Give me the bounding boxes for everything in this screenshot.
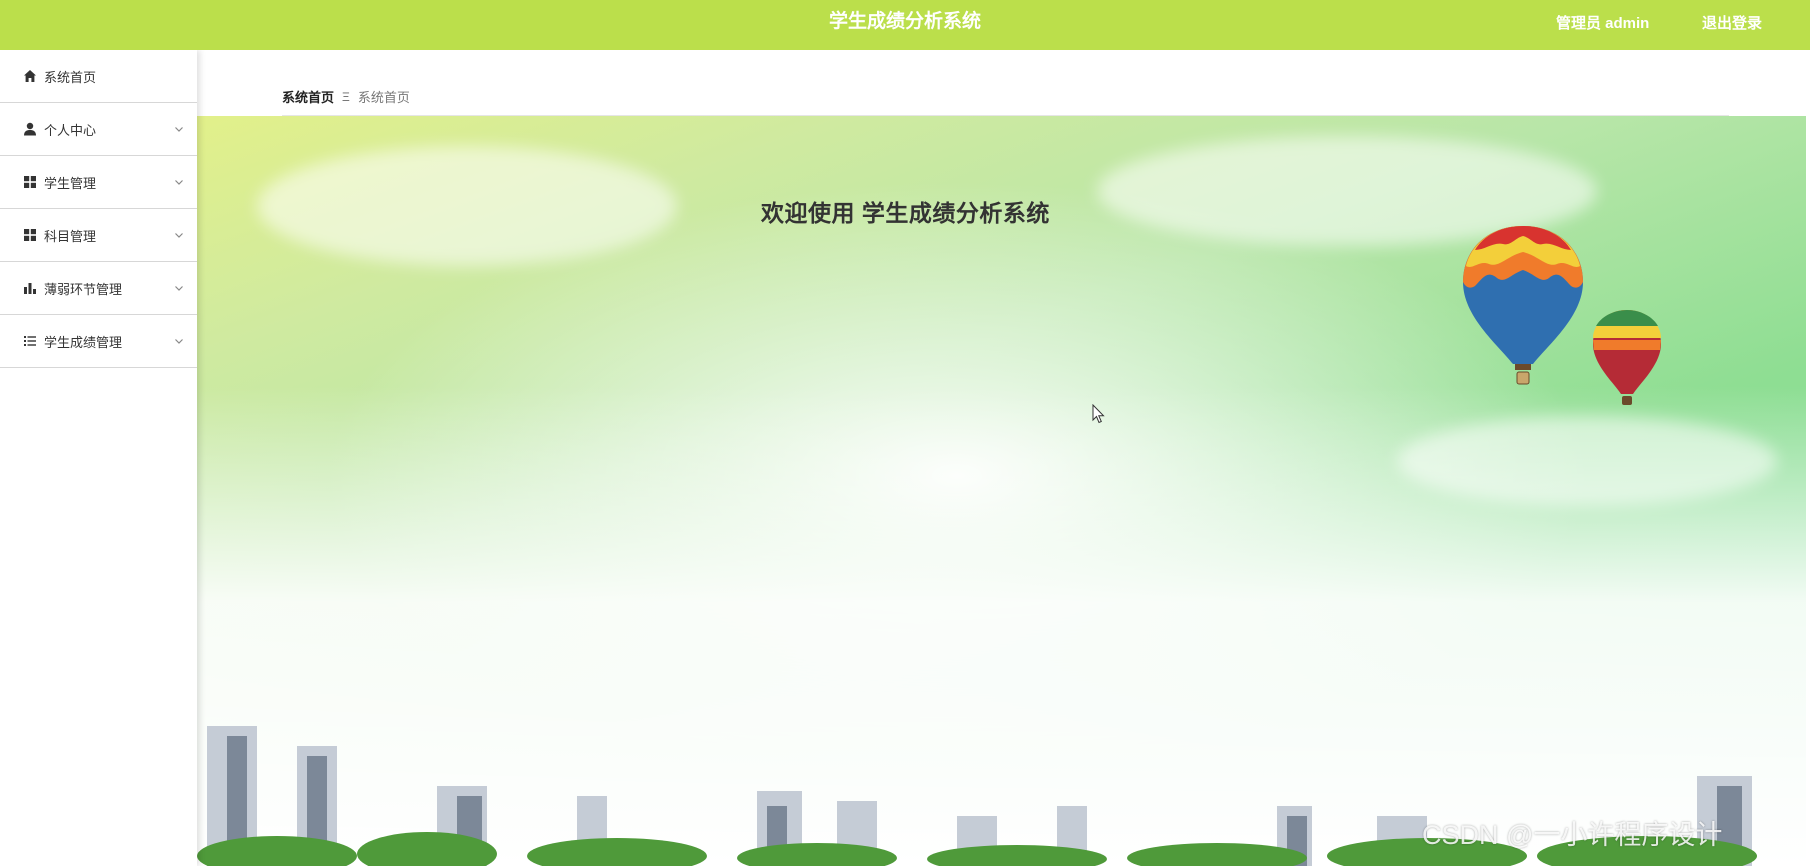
main-content: 系统首页 Ξ 系统首页 欢迎使用 学生成绩分析系统: [197, 50, 1806, 866]
list-icon: [24, 336, 36, 346]
welcome-banner: 欢迎使用 学生成绩分析系统: [197, 116, 1806, 866]
sidebar-menu: 系统首页 个人中心 学生管理 科目管理 薄弱环节管理 学生成绩管理: [0, 50, 197, 866]
chevron-down-icon: [175, 339, 183, 344]
mouse-cursor-icon: [1092, 404, 1105, 424]
chevron-down-icon: [175, 127, 183, 132]
chevron-down-icon: [175, 286, 183, 291]
sidebar-item-home[interactable]: 系统首页: [0, 50, 197, 103]
grid-icon: [24, 176, 36, 188]
hot-air-balloons-image: [1463, 226, 1661, 405]
sidebar-item-label: 个人中心: [44, 122, 97, 138]
user-icon: [24, 122, 36, 136]
logout-button[interactable]: 退出登录: [1702, 12, 1762, 33]
sidebar-item-personal-center[interactable]: 个人中心: [0, 103, 197, 156]
grid-icon: [24, 229, 36, 241]
welcome-heading: 欢迎使用 学生成绩分析系统: [761, 200, 1050, 226]
sidebar-item-label: 系统首页: [44, 69, 97, 85]
sidebar-item-label: 学生管理: [44, 175, 97, 191]
chevron-down-icon: [175, 233, 183, 238]
sidebar-item-student-score-management[interactable]: 学生成绩管理: [0, 315, 197, 368]
watermark-text: CSDN @一小许程序设计: [1422, 820, 1723, 850]
top-header: 学生成绩分析系统 管理员 admin 退出登录: [0, 0, 1810, 50]
sidebar-item-weak-points-management[interactable]: 薄弱环节管理: [0, 262, 197, 315]
chevron-down-icon: [175, 180, 183, 185]
sidebar-item-subject-management[interactable]: 科目管理: [0, 209, 197, 262]
breadcrumb-separator: Ξ: [342, 89, 350, 104]
sidebar-item-label: 科目管理: [44, 228, 97, 244]
breadcrumb: 系统首页 Ξ 系统首页: [282, 87, 410, 106]
bar-chart-icon: [24, 283, 36, 294]
breadcrumb-bar: 系统首页 Ξ 系统首页: [197, 50, 1806, 116]
home-icon: [24, 70, 36, 82]
current-user-label: 管理员 admin: [1556, 15, 1650, 32]
right-edge: [1806, 50, 1810, 866]
sidebar-item-student-management[interactable]: 学生管理: [0, 156, 197, 209]
breadcrumb-item-current: 系统首页: [357, 90, 410, 105]
app-title: 学生成绩分析系统: [828, 11, 981, 32]
sidebar-item-label: 薄弱环节管理: [44, 281, 123, 297]
sidebar-item-label: 学生成绩管理: [44, 334, 123, 350]
breadcrumb-item-home[interactable]: 系统首页: [282, 87, 334, 106]
